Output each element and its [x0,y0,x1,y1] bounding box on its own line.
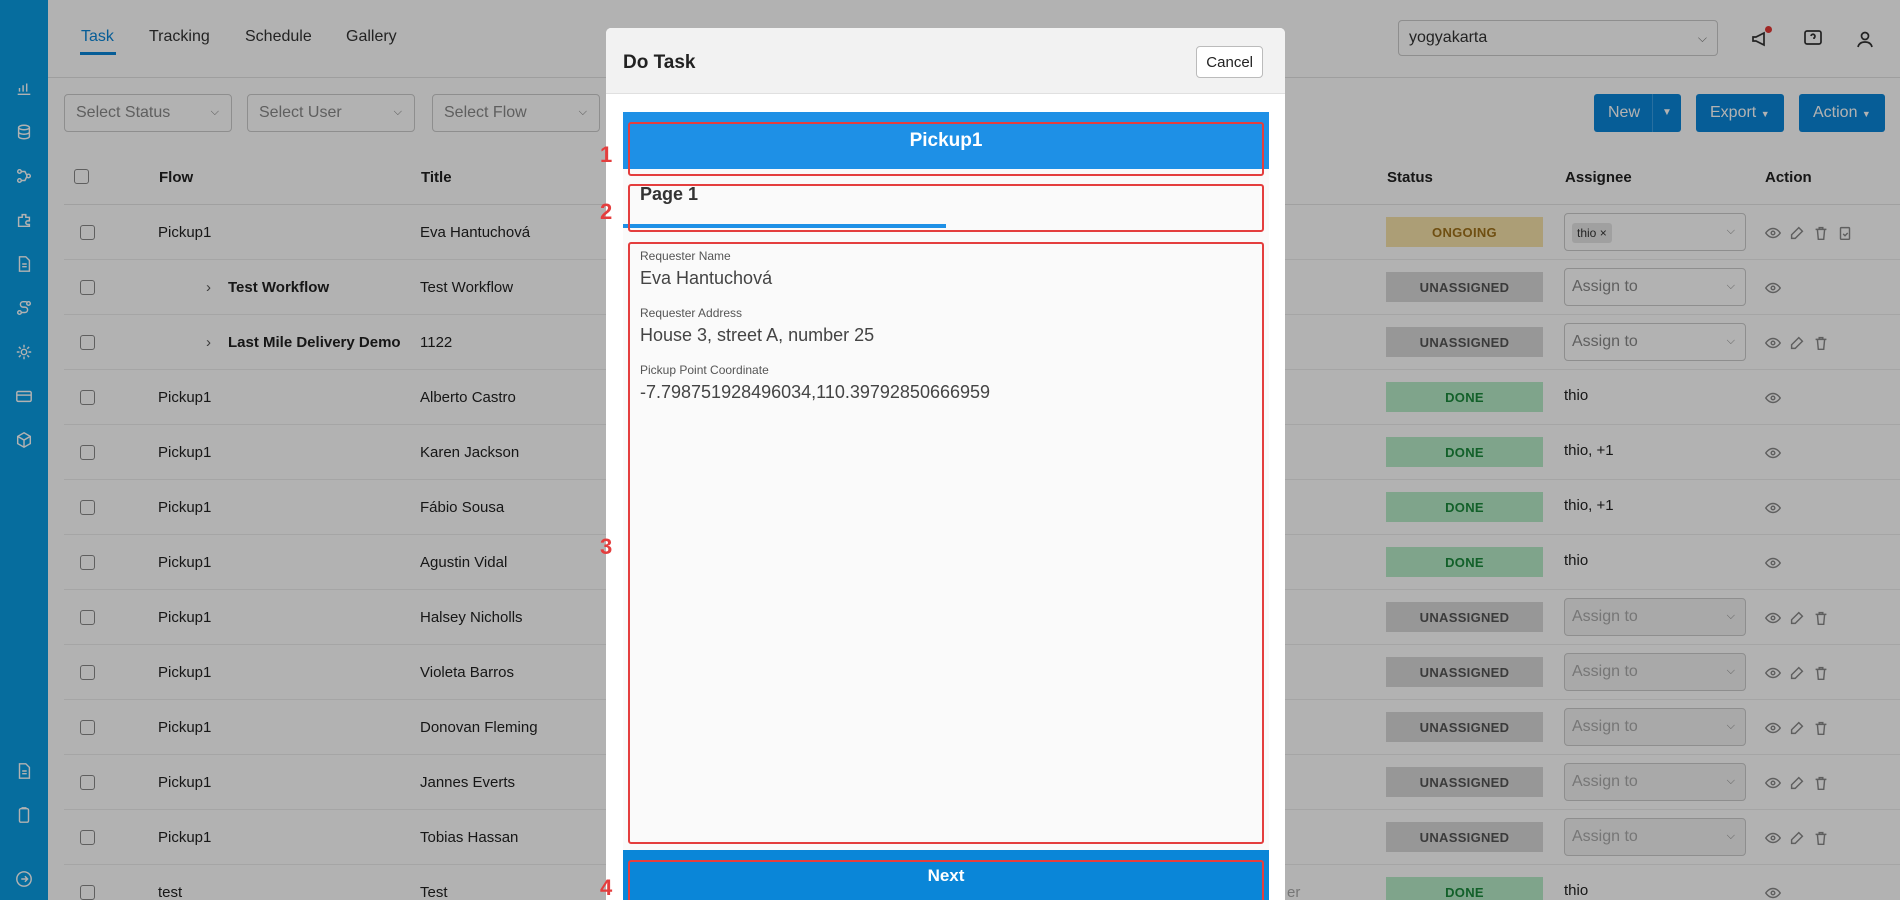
annotation-number-2: 2 [600,199,613,224]
annotation-number-3: 3 [600,534,613,559]
annotation-box-1 [628,122,1264,176]
modal-title: Do Task [623,52,696,73]
annotation-box-2 [628,184,1264,232]
annotation-number-4: 4 [600,875,613,900]
annotation-number-1: 1 [600,142,613,167]
annotation-box-3 [628,242,1264,844]
modal-header: Do Task Cancel [606,28,1285,94]
annotation-box-4 [628,860,1264,900]
cancel-button[interactable]: Cancel [1196,46,1263,78]
